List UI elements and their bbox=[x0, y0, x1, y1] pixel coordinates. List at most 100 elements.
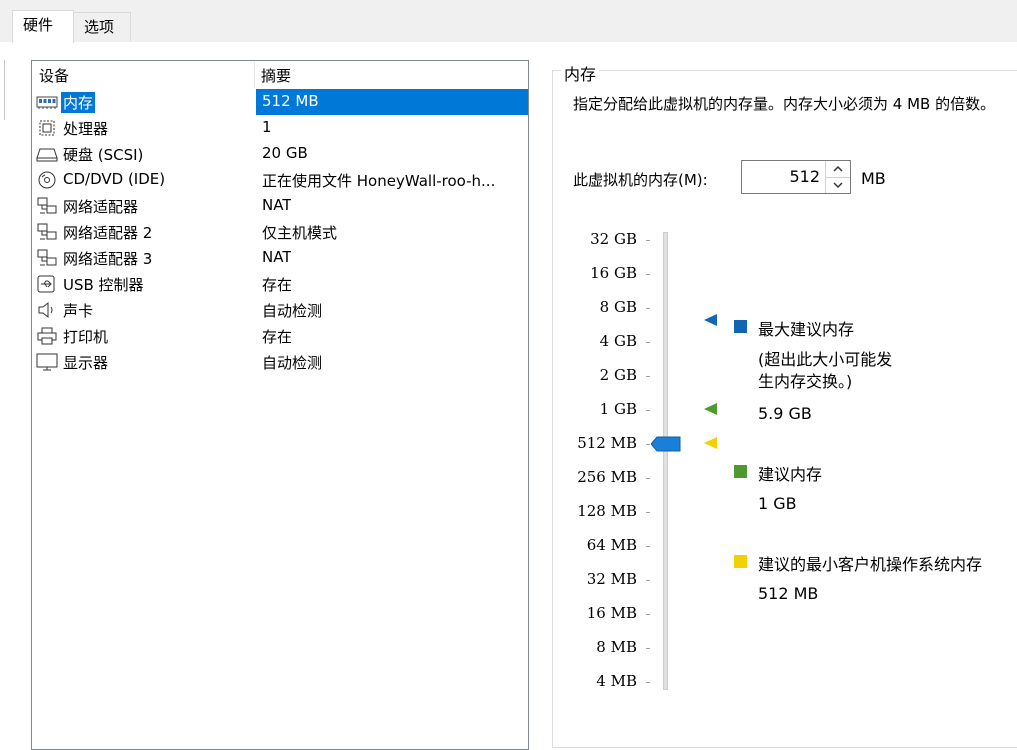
scale-tick-mark bbox=[646, 274, 650, 275]
device-list-header: 设备 摘要 bbox=[32, 61, 528, 89]
device-name: 处理器 bbox=[63, 120, 109, 138]
scale-tick-mark bbox=[646, 478, 650, 479]
spin-down-button[interactable] bbox=[826, 177, 850, 193]
network-adapter-icon bbox=[36, 197, 58, 215]
legend-minimum-swatch bbox=[734, 555, 747, 568]
scale-tick-label: 16 MB bbox=[586, 604, 637, 622]
memory-slider-track[interactable] bbox=[663, 232, 668, 690]
device-name: 内存 bbox=[61, 92, 96, 113]
spin-up-button[interactable] bbox=[826, 161, 850, 178]
scale-tick-label: 32 MB bbox=[586, 570, 637, 588]
max-recommended-marker bbox=[704, 313, 718, 331]
scale-tick-label: 4 MB bbox=[596, 672, 637, 690]
device-summary: 自动检测 bbox=[262, 354, 323, 372]
legend-recommended-title: 建议内存 bbox=[758, 465, 823, 484]
scale-tick-mark bbox=[646, 648, 650, 649]
device-name: 打印机 bbox=[63, 328, 109, 346]
legend-recommended-value: 1 GB bbox=[758, 494, 797, 513]
device-row-network-1[interactable]: 网络适配器 NAT bbox=[32, 193, 528, 219]
legend-max-title: 最大建议内存 bbox=[758, 320, 855, 339]
scale-tick-label: 1 GB bbox=[599, 400, 637, 418]
scale-tick-mark bbox=[646, 444, 650, 445]
device-summary: 1 bbox=[262, 118, 272, 136]
memory-icon bbox=[36, 93, 58, 111]
device-name: 硬盘 (SCSI) bbox=[63, 146, 144, 164]
scale-tick-label: 64 MB bbox=[586, 536, 637, 554]
scale-tick-mark bbox=[646, 512, 650, 513]
device-name: 网络适配器 bbox=[63, 198, 139, 216]
memory-description: 指定分配给此虚拟机的内存量。内存大小必须为 4 MB 的倍数。 bbox=[573, 95, 996, 113]
scale-tick-label: 8 MB bbox=[596, 638, 637, 656]
network-adapter-icon bbox=[36, 223, 58, 241]
tab-options[interactable]: 选项 bbox=[73, 12, 131, 41]
device-row-display[interactable]: 显示器 自动检测 bbox=[32, 349, 528, 375]
harddisk-icon bbox=[36, 145, 58, 163]
device-summary: 存在 bbox=[262, 328, 293, 346]
device-row-cd-dvd[interactable]: CD/DVD (IDE) 正在使用文件 HoneyWall-roo-h... bbox=[32, 167, 528, 193]
memory-input[interactable]: 512 bbox=[789, 167, 820, 186]
legend-minimum-title: 建议的最小客户机操作系统内存 bbox=[758, 555, 983, 574]
scale-tick-mark bbox=[646, 546, 650, 547]
scale-tick-mark bbox=[646, 580, 650, 581]
device-row-memory[interactable]: 内存 512 MB bbox=[32, 89, 528, 115]
scale-tick-mark bbox=[646, 376, 650, 377]
legend-minimum-value: 512 MB bbox=[758, 584, 819, 603]
device-row-network-2[interactable]: 网络适配器 2 仅主机模式 bbox=[32, 219, 528, 245]
column-header-device[interactable]: 设备 bbox=[39, 65, 69, 86]
device-summary: 正在使用文件 HoneyWall-roo-h... bbox=[262, 172, 496, 190]
memory-slider-thumb[interactable] bbox=[650, 436, 681, 456]
window-edge bbox=[4, 60, 5, 120]
device-list[interactable]: 设备 摘要 内存 512 MB 处理器 1 硬盘 (SCSI) 20 GB CD… bbox=[31, 60, 529, 750]
device-row-printer[interactable]: 打印机 存在 bbox=[32, 323, 528, 349]
scale-tick-label: 2 GB bbox=[599, 366, 637, 384]
device-name: CD/DVD (IDE) bbox=[63, 170, 166, 188]
column-separator[interactable] bbox=[254, 62, 255, 88]
scale-tick-label: 4 GB bbox=[599, 332, 637, 350]
printer-icon bbox=[36, 327, 58, 345]
monitor-icon bbox=[36, 353, 58, 371]
scale-tick-mark bbox=[646, 682, 650, 683]
device-summary: 512 MB bbox=[262, 92, 319, 110]
tab-bar: 选项 硬件 bbox=[0, 0, 1017, 43]
column-header-summary[interactable]: 摘要 bbox=[261, 65, 291, 86]
device-row-sound[interactable]: 声卡 自动检测 bbox=[32, 297, 528, 323]
device-name: USB 控制器 bbox=[63, 276, 144, 294]
device-summary: NAT bbox=[262, 248, 292, 266]
scale-tick-mark bbox=[646, 410, 650, 411]
processor-icon bbox=[36, 119, 58, 137]
device-summary: 20 GB bbox=[262, 144, 308, 162]
device-name: 声卡 bbox=[63, 302, 94, 320]
device-row-processor[interactable]: 处理器 1 bbox=[32, 115, 528, 141]
scale-tick-mark bbox=[646, 342, 650, 343]
usb-icon bbox=[36, 275, 58, 293]
scale-tick-label: 512 MB bbox=[577, 434, 637, 452]
memory-spinbox[interactable]: 512 bbox=[741, 160, 851, 194]
network-adapter-icon bbox=[36, 249, 58, 267]
recommended-marker bbox=[704, 402, 718, 420]
spin-buttons bbox=[825, 161, 850, 193]
chevron-down-icon bbox=[833, 182, 843, 189]
device-row-harddisk[interactable]: 硬盘 (SCSI) 20 GB bbox=[32, 141, 528, 167]
device-summary: NAT bbox=[262, 196, 292, 214]
scale-tick-label: 16 GB bbox=[590, 264, 637, 282]
device-row-usb[interactable]: USB 控制器 存在 bbox=[32, 271, 528, 297]
device-summary: 仅主机模式 bbox=[262, 224, 338, 242]
legend-max-note: (超出此大小可能发生内存交换。) bbox=[758, 350, 893, 391]
legend-max-swatch bbox=[734, 320, 747, 333]
chevron-up-icon bbox=[833, 165, 843, 172]
legend-recommended-swatch bbox=[734, 465, 747, 478]
memory-unit: MB bbox=[861, 169, 886, 188]
device-summary: 自动检测 bbox=[262, 302, 323, 320]
scale-tick-label: 8 GB bbox=[599, 298, 637, 316]
device-name: 网络适配器 3 bbox=[63, 250, 153, 268]
scale-tick-mark bbox=[646, 308, 650, 309]
device-name: 显示器 bbox=[63, 354, 109, 372]
device-row-network-3[interactable]: 网络适配器 3 NAT bbox=[32, 245, 528, 271]
tab-hardware[interactable]: 硬件 bbox=[12, 10, 74, 43]
scale-tick-label: 128 MB bbox=[577, 502, 637, 520]
memory-group-title: 内存 bbox=[561, 61, 600, 85]
cd-dvd-icon bbox=[36, 171, 58, 189]
scale-tick-mark bbox=[646, 240, 650, 241]
device-name: 网络适配器 2 bbox=[63, 224, 153, 242]
device-summary: 存在 bbox=[262, 276, 293, 294]
